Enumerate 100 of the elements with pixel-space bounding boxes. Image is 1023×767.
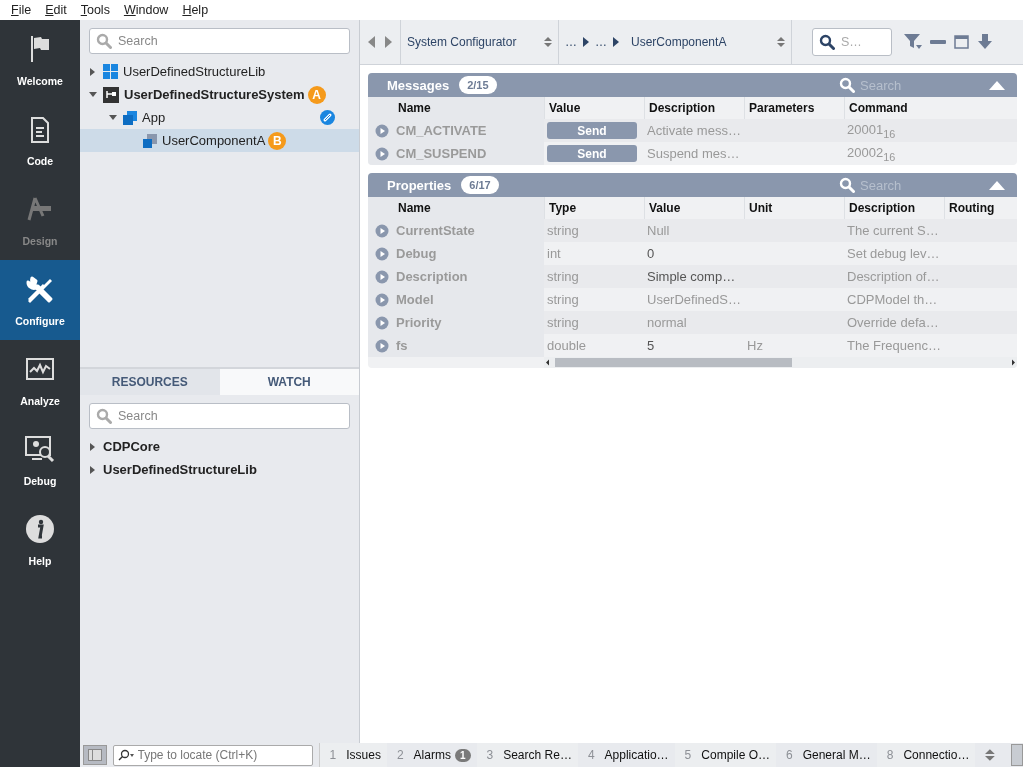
property-name: Priority: [396, 315, 442, 330]
expanded-caret-icon[interactable]: [89, 91, 97, 98]
output-tab[interactable]: 5 Compile O…: [674, 743, 776, 767]
tree-item-label[interactable]: UserDefinedStructureLib: [123, 64, 266, 79]
search-field[interactable]: Search: [89, 403, 350, 429]
table-cell: 20001$_{16}$: [847, 121, 896, 140]
column-header[interactable]: Name: [368, 197, 544, 219]
table-cell: Set debug lev…: [847, 246, 940, 261]
output-tab[interactable]: 1 Issues: [319, 743, 387, 767]
search-field[interactable]: S…: [812, 28, 892, 56]
collapsed-caret-icon[interactable]: [90, 465, 96, 474]
sidebar-icon: [87, 749, 102, 761]
menu-item[interactable]: Help: [175, 3, 216, 17]
table-cell[interactable]: 5: [647, 338, 655, 353]
expand-row-icon[interactable]: [375, 292, 389, 307]
chart-monitor-icon: [25, 356, 55, 382]
expanded-caret-icon[interactable]: [109, 114, 117, 121]
menu-item[interactable]: Tools: [73, 3, 117, 17]
message-name: CM_SUSPEND: [396, 146, 487, 161]
output-tab[interactable]: 3 Search Re…: [476, 743, 578, 767]
locate-field[interactable]: Type to locate (Ctrl+K): [112, 744, 313, 766]
panel-tab[interactable]: WATCH: [219, 369, 359, 395]
tree-item-label[interactable]: App: [142, 110, 166, 125]
system-icon: [103, 86, 119, 103]
panel-scroll-button[interactable]: [1011, 744, 1023, 766]
table-cell: string: [547, 315, 579, 330]
nav-item[interactable]: Configure: [0, 260, 80, 340]
collapse-arrow-icon[interactable]: [989, 80, 1005, 90]
column-header[interactable]: Name: [368, 97, 544, 119]
nav-item[interactable]: Debug: [0, 420, 80, 500]
expand-row-icon[interactable]: [375, 146, 389, 161]
up-down-arrows-icon[interactable]: [777, 36, 785, 48]
table-cell: Override defa…: [847, 315, 939, 330]
tree-item-label[interactable]: UserDefinedStructureSystem: [124, 87, 305, 102]
table-cell: Activate mess…: [647, 123, 741, 138]
property-name: Description: [396, 269, 468, 284]
grid-icon: [103, 64, 118, 79]
table-cell: string: [547, 292, 579, 307]
up-down-arrows-icon[interactable]: [985, 748, 996, 762]
expand-row-icon[interactable]: [375, 123, 389, 138]
collapse-arrow-icon[interactable]: [989, 180, 1005, 190]
expand-row-icon[interactable]: [375, 246, 389, 261]
tree-item-label[interactable]: UserDefinedStructureLib: [103, 462, 257, 477]
window-icon[interactable]: [954, 35, 969, 49]
breadcrumb-item[interactable]: UserComponentA: [631, 35, 727, 49]
forward-arrow-icon[interactable]: [384, 36, 392, 48]
search-icon: [96, 33, 112, 49]
search-icon: [96, 408, 112, 424]
panel-tab[interactable]: RESOURCES: [80, 369, 220, 395]
property-name: CurrentState: [396, 223, 475, 238]
document-icon: [29, 114, 51, 144]
expand-row-icon[interactable]: [375, 223, 389, 238]
table-cell: Hz: [747, 338, 763, 353]
breadcrumb-arrow-icon: [613, 37, 619, 47]
nav-item[interactable]: Code: [0, 100, 80, 180]
filter-icon[interactable]: [904, 34, 922, 50]
menu-item[interactable]: Window: [116, 3, 176, 17]
table-cell: CDPModel th…: [847, 292, 938, 307]
flag-icon: [29, 34, 51, 64]
debug-monitor-icon: [24, 434, 56, 464]
search-icon: [117, 748, 134, 761]
letter-badge: A: [307, 85, 326, 104]
tree-item-label[interactable]: UserComponentA: [162, 133, 266, 148]
expand-row-icon[interactable]: [375, 315, 389, 330]
table-cell: int: [547, 246, 561, 261]
table-cell: string: [547, 269, 579, 284]
breadcrumb-arrow-icon: [583, 37, 589, 47]
panel-title: Messages: [387, 77, 450, 93]
sidebar-toggle-button[interactable]: [83, 745, 107, 765]
nav-item[interactable]: Welcome: [0, 20, 80, 100]
nav-item[interactable]: Analyze: [0, 340, 80, 420]
download-icon[interactable]: [977, 34, 993, 50]
property-name: fs: [396, 338, 408, 353]
collapsed-caret-icon[interactable]: [90, 67, 96, 76]
search-field[interactable]: Search: [89, 28, 350, 54]
context-selector[interactable]: System Configurator: [407, 35, 517, 49]
table-cell: double: [547, 338, 587, 353]
tree-item-label[interactable]: CDPCore: [103, 439, 161, 454]
output-tab[interactable]: 8 Connectio…: [876, 743, 976, 767]
expand-row-icon[interactable]: [375, 269, 389, 284]
property-name: Debug: [396, 246, 437, 261]
minimize-icon[interactable]: [930, 40, 946, 44]
horizontal-scrollbar[interactable]: [544, 357, 1017, 368]
nav-item[interactable]: Help: [0, 500, 80, 580]
collapsed-caret-icon[interactable]: [90, 442, 96, 451]
count-badge: 1: [454, 748, 471, 762]
back-arrow-icon[interactable]: [368, 36, 376, 48]
table-cell[interactable]: 0: [647, 246, 655, 261]
message-name: CM_ACTIVATE: [396, 123, 487, 138]
stacked-squares-icon: [143, 133, 157, 148]
breadcrumb-item[interactable]: …: [595, 35, 607, 49]
table-cell: The current S…: [847, 223, 939, 238]
expand-row-icon[interactable]: [375, 338, 389, 353]
table-cell[interactable]: Simple comp…: [647, 269, 736, 284]
menu-item[interactable]: Edit: [38, 3, 74, 17]
link-icon: [320, 110, 335, 125]
menu-item[interactable]: File: [4, 3, 39, 17]
breadcrumb-item[interactable]: …: [565, 35, 577, 49]
search-icon: [839, 177, 855, 193]
up-down-arrows-icon[interactable]: [544, 36, 552, 48]
